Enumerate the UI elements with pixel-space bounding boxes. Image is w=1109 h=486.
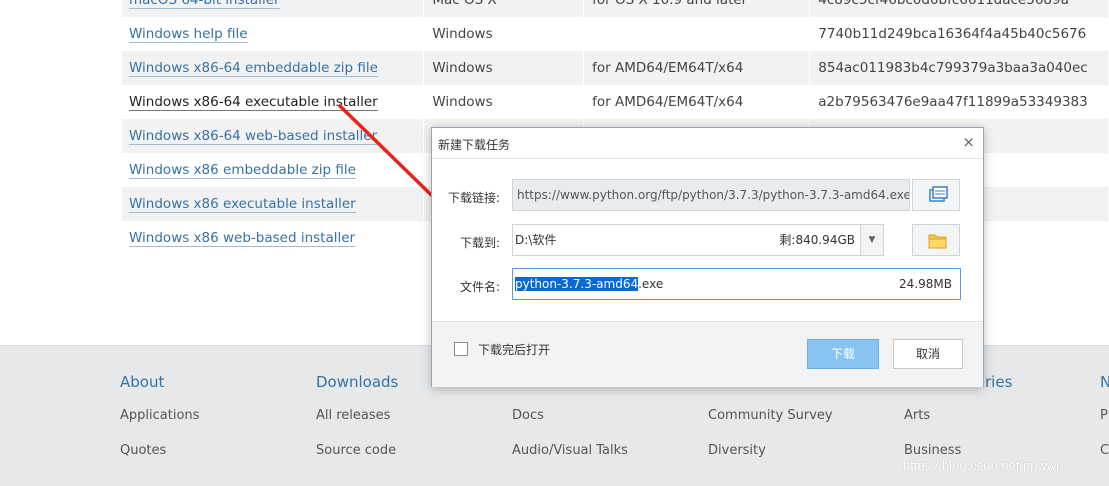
url-label: 下载链接: (447, 191, 500, 205)
path-label: 下载到: (459, 236, 500, 250)
cell-name: Windows x86-64 web-based installer (122, 119, 425, 153)
filename-label: 文件名: (459, 280, 500, 294)
file-link[interactable]: Windows help file (129, 26, 248, 43)
cell-text: 854ac011983b4c799379a3baa3a040ec (818, 60, 1088, 76)
path-value: D:\软件 (515, 233, 557, 247)
cell-text: for OS X 10.9 and later (592, 0, 748, 8)
cell-text: Windows (432, 94, 493, 110)
cell-name: Windows x86 executable installer (122, 187, 425, 221)
footer-link[interactable]: Source code (316, 443, 398, 478)
footer-column: NPC (1100, 373, 1109, 478)
footer-column: Docs Audio/Visual Talks (512, 373, 628, 478)
cell-desc: for OS X 10.9 and later (583, 0, 811, 17)
copy-link-button[interactable] (912, 179, 960, 211)
footer-link[interactable]: Arts (904, 408, 1012, 443)
cell-md5: a2b79563476e9aa47f11899a53349383 (809, 85, 1109, 119)
watermark: https://blog.csdn.net/ppwwp (903, 458, 1064, 473)
download-button[interactable]: 下载 (807, 339, 879, 369)
filename-selected-text: python-3.7.3-amd64 (515, 277, 639, 291)
cell-name: Windows x86 web-based installer (122, 221, 425, 255)
footer-link[interactable]: Audio/Visual Talks (512, 443, 628, 478)
dialog-footer: 下载完后打开 下载 取消 (432, 321, 983, 387)
cell-os: Mac OS X (423, 0, 585, 17)
cell-text: Mac OS X (432, 0, 497, 8)
table-row: Windows x86-64 embeddable zip file Window… (122, 51, 1109, 85)
file-link[interactable]: Windows x86-64 web-based installer (129, 128, 378, 145)
cell-name: Windows x86-64 embeddable zip file (122, 51, 425, 85)
cell-text: for AMD64/EM64T/x64 (592, 94, 744, 110)
filename-field[interactable]: python-3.7.3-amd64.exe 24.98MB (512, 268, 961, 300)
url-field[interactable]: https://www.python.org/ftp/python/3.7.3/… (512, 179, 910, 211)
footer-column: Community Survey Diversity (708, 373, 833, 478)
cell-text: Windows (432, 26, 493, 42)
open-after-checkbox[interactable] (454, 342, 468, 356)
table-row: Windows x86-64 executable installer Windo… (122, 85, 1109, 119)
cell-name: Windows x86-64 executable installer (122, 85, 425, 119)
footer-link[interactable]: C (1100, 443, 1109, 478)
copy-icon (929, 186, 948, 202)
footer-column: About Applications Quotes (120, 373, 199, 478)
file-link[interactable]: Windows x86-64 embeddable zip file (129, 60, 378, 77)
filename-row: 文件名: python-3.7.3-amd64.exe 24.98MB (432, 268, 983, 302)
cell-name: macOS 64-bit installer (122, 0, 425, 17)
new-download-dialog: 新建下载任务 × 下载链接: https://www.python.org/ft… (431, 127, 984, 387)
url-row: 下载链接: https://www.python.org/ftp/python/… (432, 179, 983, 213)
footer-heading[interactable]: N (1100, 373, 1109, 391)
dialog-titlebar: 新建下载任务 × (432, 128, 983, 159)
cell-desc: for AMD64/EM64T/x64 (583, 85, 811, 119)
file-link[interactable]: Windows x86-64 executable installer (129, 94, 378, 111)
footer-link[interactable]: Diversity (708, 443, 833, 478)
table-row: Windows help file Windows 7740b11d249bca16… (122, 17, 1109, 51)
cell-os: Windows (423, 51, 585, 85)
cell-desc: for AMD64/EM64T/x64 (583, 51, 811, 85)
close-icon[interactable]: × (962, 134, 975, 150)
file-link[interactable]: Windows x86 web-based installer (129, 230, 356, 247)
browse-folder-button[interactable] (912, 224, 960, 256)
cancel-button[interactable]: 取消 (893, 339, 963, 369)
file-link[interactable]: macOS 64-bit installer (129, 0, 280, 9)
folder-icon (928, 234, 947, 249)
table-row: macOS 64-bit installer Mac OS X for OS X 1… (122, 0, 1109, 17)
cell-os: Windows (423, 17, 585, 51)
cell-name: Windows x86 embeddable zip file (122, 153, 425, 187)
filename-extension: .exe (638, 277, 664, 291)
cell-md5: 7740b11d249bca16364f4a45b40c5676 (809, 17, 1109, 51)
footer-link[interactable]: Applications (120, 408, 199, 443)
footer-link[interactable]: P (1100, 408, 1109, 443)
path-select[interactable]: D:\软件 剩:840.94GB ▼ (512, 224, 884, 256)
file-size: 24.98MB (899, 277, 952, 291)
chevron-down-icon[interactable]: ▼ (860, 225, 883, 255)
cell-name: Windows help file (122, 17, 425, 51)
open-after-label[interactable]: 下载完后打开 (478, 341, 550, 358)
footer-link[interactable]: All releases (316, 408, 398, 443)
path-row: 下载到: D:\软件 剩:840.94GB ▼ (432, 224, 983, 258)
dialog-title: 新建下载任务 (438, 138, 511, 152)
cell-desc (583, 17, 811, 51)
cell-text: 4c89c5cf46bc0d0bfc6611dace5689a (818, 0, 1069, 8)
footer-link[interactable]: Community Survey (708, 408, 833, 443)
file-link[interactable]: Windows x86 embeddable zip file (129, 162, 356, 179)
cell-md5: 4c89c5cf46bc0d0bfc6611dace5689a (809, 0, 1109, 17)
cell-text: a2b79563476e9aa47f11899a53349383 (818, 94, 1088, 110)
footer-link[interactable]: Quotes (120, 443, 199, 478)
cell-text: for AMD64/EM64T/x64 (592, 60, 744, 76)
free-space: 剩:840.94GB (779, 233, 855, 247)
cell-os: Windows (423, 85, 585, 119)
footer-heading[interactable]: About (120, 373, 199, 391)
footer-link[interactable]: Docs (512, 408, 628, 443)
footer-heading[interactable]: Downloads (316, 373, 398, 391)
footer-column: Downloads All releases Source code (316, 373, 398, 478)
cell-text: Windows (432, 60, 493, 76)
file-link[interactable]: Windows x86 executable installer (129, 196, 356, 213)
cell-md5: 854ac011983b4c799379a3baa3a040ec (809, 51, 1109, 85)
cell-text: 7740b11d249bca16364f4a45b40c5676 (818, 26, 1087, 42)
footer-heading[interactable]: ries (985, 373, 1012, 391)
